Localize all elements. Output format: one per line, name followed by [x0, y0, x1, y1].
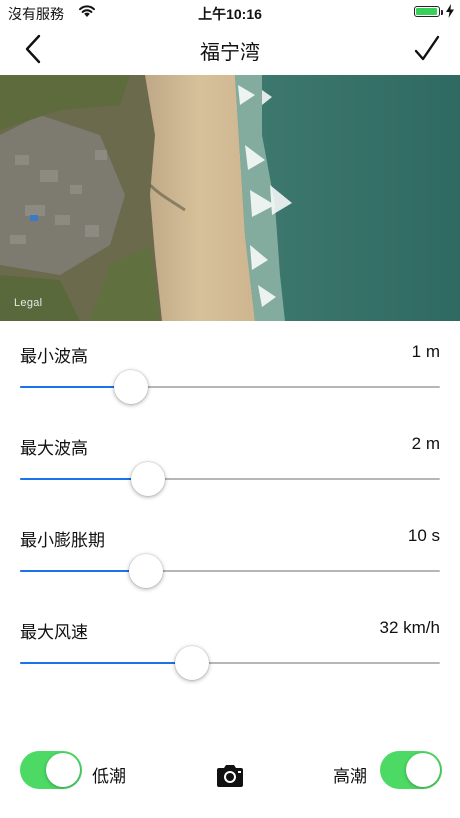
toggle-knob: [46, 753, 80, 787]
max-wave-height-slider[interactable]: [20, 462, 440, 496]
max-wind-speed-row: 最大风速 32 km/h: [0, 618, 460, 708]
min-swell-period-slider[interactable]: [20, 554, 440, 588]
slider-label: 最大风速: [20, 623, 88, 642]
status-bar: 沒有服務 上午10:16: [0, 0, 460, 26]
clock: 上午10:16: [198, 6, 262, 22]
slider-label: 最小膨胀期: [20, 531, 105, 550]
high-tide-toggle[interactable]: [380, 751, 442, 789]
battery-icon: [414, 6, 440, 17]
navigation-bar: 福宁湾: [0, 26, 460, 74]
slider-thumb[interactable]: [131, 462, 166, 496]
satellite-map[interactable]: Legal: [0, 75, 460, 321]
low-tide-toggle[interactable]: [20, 751, 82, 789]
slider-fill: [20, 662, 193, 664]
max-wave-height-row: 最大波高 2 m: [0, 434, 460, 524]
slider-thumb[interactable]: [129, 554, 163, 588]
map-legal-link[interactable]: Legal: [14, 297, 42, 309]
min-wave-height-row: 最小波高 1 m: [0, 342, 460, 432]
battery-tip: [441, 10, 443, 15]
slider-label: 最大波高: [20, 439, 88, 458]
slider-value: 32 km/h: [379, 618, 440, 637]
high-tide-label: 高潮: [333, 767, 367, 786]
max-wind-speed-slider[interactable]: [20, 646, 440, 680]
slider-label: 最小波高: [20, 347, 88, 366]
camera-icon[interactable]: [215, 763, 245, 789]
slider-fill: [20, 478, 149, 480]
slider-thumb[interactable]: [114, 370, 149, 404]
slider-value: 1 m: [411, 342, 440, 361]
toggle-knob: [406, 753, 440, 787]
slider-value: 2 m: [411, 434, 440, 453]
page-title: 福宁湾: [200, 42, 260, 64]
map-imagery: [0, 75, 460, 321]
min-wave-height-slider[interactable]: [20, 370, 440, 404]
low-tide-label: 低潮: [92, 767, 126, 786]
battery-level: [416, 8, 437, 15]
charging-bolt-icon: [446, 4, 454, 18]
slider-value: 10 s: [407, 526, 440, 545]
slider-thumb[interactable]: [175, 646, 210, 680]
slider-fill: [20, 570, 146, 572]
min-swell-period-row: 最小膨胀期 10 s: [0, 526, 460, 616]
checkmark-icon[interactable]: [412, 32, 442, 66]
